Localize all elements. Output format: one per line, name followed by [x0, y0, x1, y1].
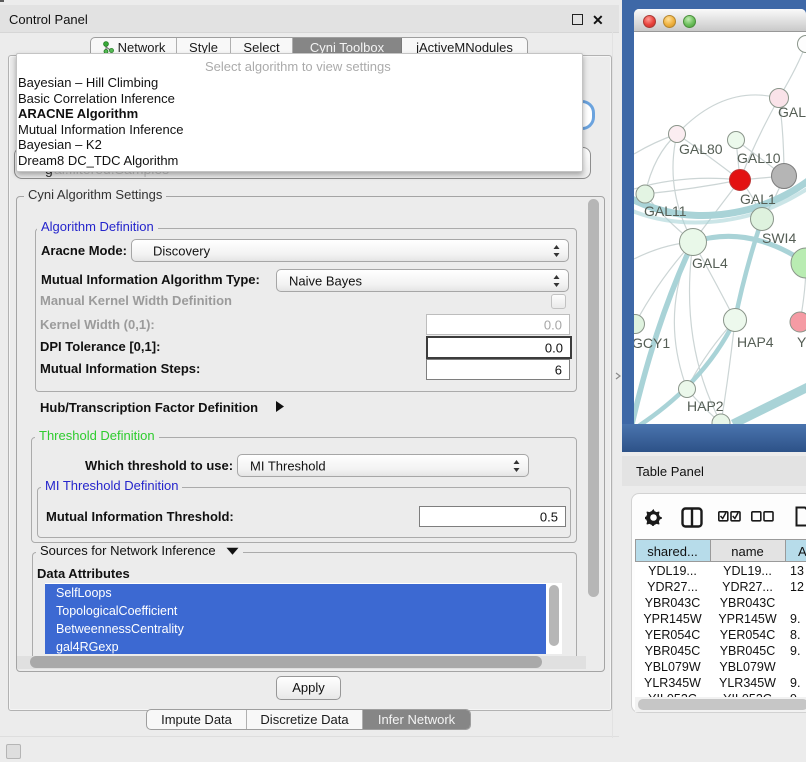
svg-text:GAL: GAL	[778, 104, 806, 120]
svg-text:GCY1: GCY1	[634, 335, 670, 351]
svg-text:HAP2: HAP2	[687, 398, 724, 414]
svg-text:GAL10: GAL10	[737, 150, 781, 166]
svg-text:Y: Y	[797, 334, 806, 350]
svg-text:GAL80: GAL80	[679, 141, 723, 157]
svg-text:GAL1: GAL1	[740, 191, 776, 207]
svg-text:GAL11: GAL11	[644, 203, 687, 219]
svg-text:HAP4: HAP4	[737, 334, 774, 350]
svg-text:SWI4: SWI4	[762, 230, 796, 246]
svg-text:GAL4: GAL4	[692, 255, 728, 271]
